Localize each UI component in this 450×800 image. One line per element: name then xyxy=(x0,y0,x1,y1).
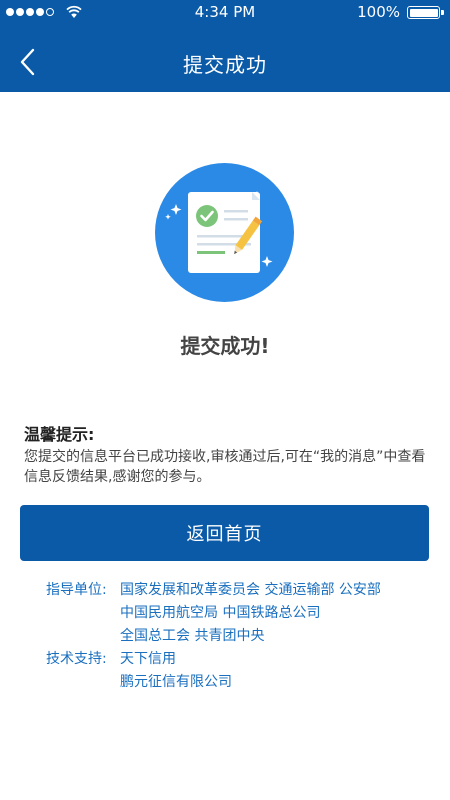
tips-title: 温馨提示: xyxy=(24,425,95,444)
support-line: 鹏元征信有限公司 xyxy=(120,674,232,690)
header-bar: 4:34 PM 100% 提交成功 xyxy=(0,0,450,92)
guidance-row: 指导单位: 国家发展和改革委员会 交通运输部 公安部 中国民用航空局 中国铁路总… xyxy=(46,579,426,648)
status-bar: 4:34 PM 100% xyxy=(0,0,450,26)
guidance-label: 指导单位: xyxy=(46,582,107,598)
battery-percent: 100% xyxy=(357,3,400,21)
guidance-line: 中国民用航空局 中国铁路总公司 xyxy=(120,605,321,621)
tips-body: 您提交的信息平台已成功接收,审核通过后,可在“我的消息”中查看信息反馈结果,感谢… xyxy=(24,449,426,485)
page-title: 提交成功 xyxy=(183,53,267,77)
battery-icon xyxy=(407,6,444,19)
success-document-icon xyxy=(155,163,294,302)
support-row: 技术支持: 天下信用 鹏元征信有限公司 xyxy=(46,648,426,694)
support-line: 天下信用 xyxy=(120,651,176,667)
guidance-line: 国家发展和改革委员会 交通运输部 公安部 xyxy=(120,582,381,598)
footer-credits: 指导单位: 国家发展和改革委员会 交通运输部 公安部 中国民用航空局 中国铁路总… xyxy=(46,579,426,694)
guidance-line: 全国总工会 共青团中央 xyxy=(120,628,265,644)
support-label: 技术支持: xyxy=(46,651,107,667)
success-message: 提交成功! xyxy=(180,334,270,358)
return-home-button[interactable]: 返回首页 xyxy=(20,505,429,561)
